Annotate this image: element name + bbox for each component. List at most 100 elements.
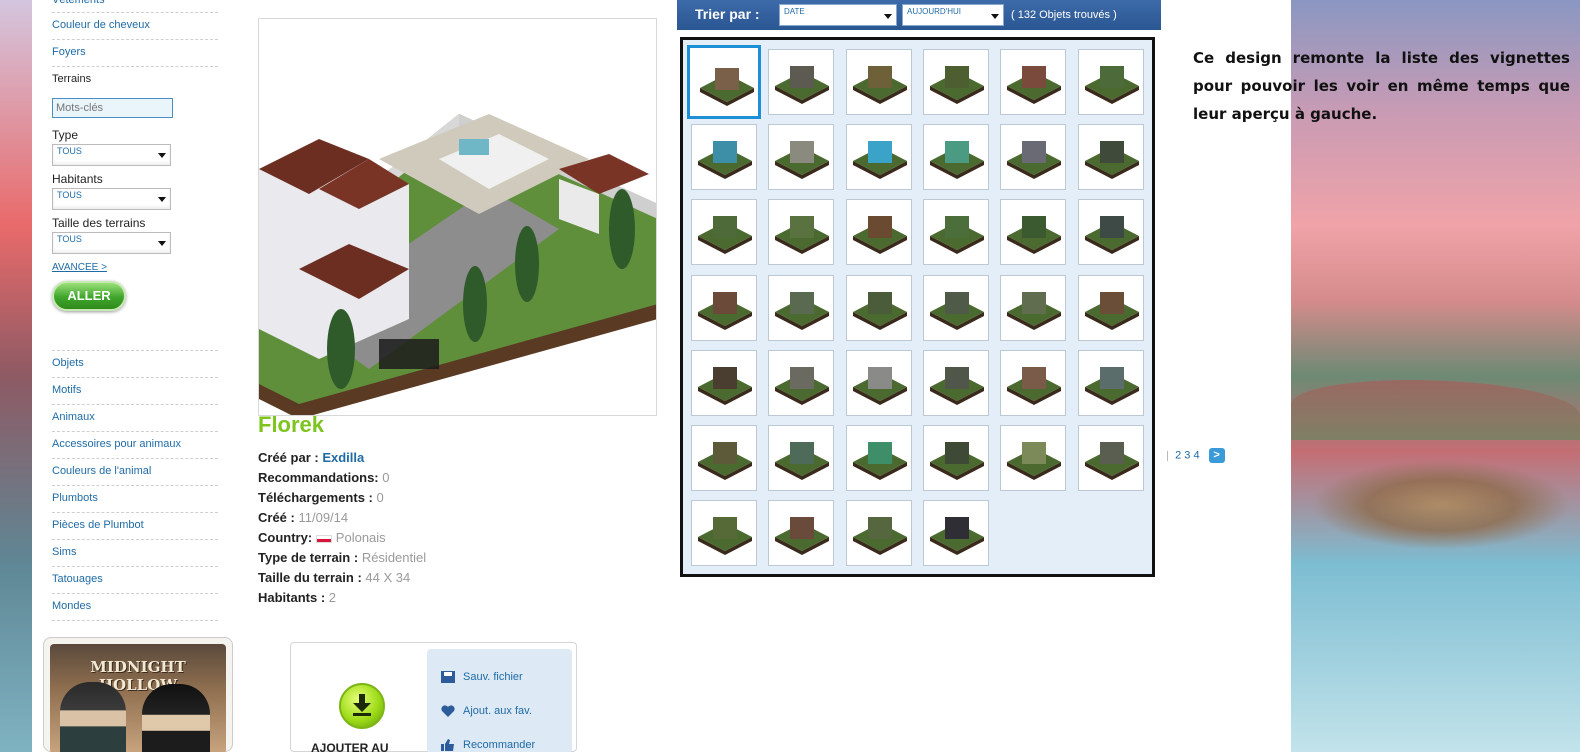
thumbs-up-icon xyxy=(441,739,454,752)
filter-lot-size-select[interactable]: TOUS xyxy=(52,232,171,254)
download-arrow-icon xyxy=(353,694,371,716)
filter-residents-select[interactable]: TOUS xyxy=(52,188,171,210)
lot-thumbnail[interactable] xyxy=(845,199,912,266)
sidebar-item-tattoos[interactable]: Tatouages xyxy=(52,567,218,594)
lot-thumbnail[interactable] xyxy=(768,199,835,266)
sidebar-item-patterns[interactable]: Motifs xyxy=(52,378,218,405)
page-link-2[interactable]: 2 xyxy=(1175,449,1181,461)
lot-thumbnail[interactable] xyxy=(1000,274,1067,341)
sidebar-item-households[interactable]: Foyers xyxy=(52,40,218,67)
lot-thumbnail[interactable] xyxy=(845,349,912,416)
detail-label: Créé : xyxy=(258,510,295,525)
lot-thumbnail-image xyxy=(929,442,984,480)
lot-thumbnail[interactable] xyxy=(768,49,835,115)
detail-value: 0 xyxy=(376,490,384,505)
lot-preview-image[interactable] xyxy=(258,18,657,416)
lot-thumbnail[interactable] xyxy=(687,45,761,119)
sidebar-item-pet-accessories[interactable]: Accessoires pour animaux xyxy=(52,432,218,459)
lot-thumbnail-image xyxy=(775,442,830,480)
lot-thumbnail[interactable] xyxy=(768,349,835,416)
advanced-search-link[interactable]: AVANCEE > xyxy=(52,262,218,273)
creator-link[interactable]: Exdilla xyxy=(322,450,364,465)
lot-thumbnail[interactable] xyxy=(922,500,989,567)
sidebar-item-objects[interactable]: Objets xyxy=(52,351,218,378)
download-button[interactable] xyxy=(339,683,385,729)
lot-thumbnail[interactable] xyxy=(1000,49,1067,115)
lot-thumbnail[interactable] xyxy=(922,274,989,341)
detail-value: 0 xyxy=(382,470,390,485)
filter-lot-size-value: TOUS xyxy=(57,234,82,244)
lot-thumbnail[interactable] xyxy=(1077,349,1144,416)
lot-thumbnail-image xyxy=(698,442,752,480)
lot-thumbnail[interactable] xyxy=(845,49,912,115)
lot-thumbnail[interactable] xyxy=(1000,349,1067,416)
sidebar-item-plumbots[interactable]: Plumbots xyxy=(52,486,218,513)
lot-thumbnail[interactable] xyxy=(845,274,912,341)
lot-thumbnail[interactable] xyxy=(1077,274,1144,341)
lot-thumbnail[interactable] xyxy=(1000,425,1067,491)
lot-thumbnail[interactable] xyxy=(1000,199,1067,266)
sidebar-item-pet-colors[interactable]: Couleurs de l'animal xyxy=(52,459,218,486)
lot-thumbnail-image xyxy=(1007,141,1062,180)
sidebar-item-worlds[interactable]: Mondes xyxy=(52,594,218,621)
sidebar-item-sims[interactable]: Sims xyxy=(52,540,218,567)
save-file-action[interactable]: Sauv. fichier xyxy=(441,671,523,684)
lot-thumbnail[interactable] xyxy=(922,49,989,115)
lot-thumbnail[interactable] xyxy=(691,500,757,567)
lot-thumbnail[interactable] xyxy=(768,274,835,341)
thumbnail-grid xyxy=(680,37,1155,577)
category-list: Objets Motifs Animaux Accessoires pour a… xyxy=(52,350,218,621)
sidebar-item-hair-color[interactable]: Couleur de cheveux xyxy=(52,13,218,40)
chevron-down-icon xyxy=(991,14,999,19)
save-file-label: Sauv. fichier xyxy=(463,671,523,683)
chevron-down-icon xyxy=(158,153,166,158)
lot-thumbnail[interactable] xyxy=(1000,124,1067,191)
lot-thumbnail[interactable] xyxy=(922,199,989,266)
lot-thumbnail[interactable] xyxy=(691,425,757,491)
page-link-3[interactable]: 3 xyxy=(1184,449,1190,461)
promo-character-left xyxy=(60,682,126,752)
detail-value: Polonais xyxy=(335,530,386,545)
lot-thumbnail-image xyxy=(698,216,752,255)
detail-value: 44 X 34 xyxy=(365,570,411,585)
lot-thumbnail[interactable] xyxy=(922,124,989,191)
lot-thumbnail-image xyxy=(1084,366,1139,405)
lot-thumbnail[interactable] xyxy=(922,425,989,491)
lot-thumbnail-image xyxy=(852,141,907,180)
lot-thumbnail[interactable] xyxy=(691,199,757,266)
sort-period-select[interactable]: AUJOURD'HUI xyxy=(902,4,1004,26)
lot-thumbnail[interactable] xyxy=(768,500,835,567)
sort-by-select[interactable]: DATE xyxy=(779,4,897,26)
sort-by-value: DATE xyxy=(784,7,805,16)
page-link-4[interactable]: 4 xyxy=(1193,449,1199,461)
lot-thumbnail[interactable] xyxy=(1077,425,1144,491)
detail-creator: Créé par : Exdilla xyxy=(258,448,648,468)
lot-thumbnail[interactable] xyxy=(845,425,912,491)
lot-thumbnail[interactable] xyxy=(1077,199,1144,266)
keywords-input[interactable] xyxy=(52,98,173,118)
recommend-action[interactable]: Recommander xyxy=(441,739,535,752)
sidebar-item-clothing[interactable]: Vêtements xyxy=(52,0,218,13)
lot-thumbnail[interactable] xyxy=(922,349,989,416)
lot-thumbnail[interactable] xyxy=(768,124,835,191)
lot-thumbnail-image xyxy=(852,216,907,255)
next-page-button[interactable]: > xyxy=(1208,448,1225,463)
lot-thumbnail[interactable] xyxy=(1077,124,1144,191)
lot-thumbnail-image xyxy=(775,366,830,405)
add-favorite-action[interactable]: Ajout. aux fav. xyxy=(441,705,532,718)
go-button[interactable]: ALLER xyxy=(52,281,126,311)
lot-thumbnail[interactable] xyxy=(845,500,912,567)
lot-thumbnail[interactable] xyxy=(1077,49,1144,115)
filter-type-select[interactable]: TOUS xyxy=(52,144,171,166)
lot-thumbnail[interactable] xyxy=(691,124,757,191)
sidebar-item-plumbot-parts[interactable]: Pièces de Plumbot xyxy=(52,513,218,540)
lot-thumbnail[interactable] xyxy=(768,425,835,491)
lot-thumbnail[interactable] xyxy=(845,124,912,191)
promo-banner[interactable]: MIDNIGHT HOLLOW xyxy=(43,637,233,752)
lot-thumbnail-image xyxy=(1007,216,1062,255)
save-icon xyxy=(441,671,455,684)
sidebar-item-pets[interactable]: Animaux xyxy=(52,405,218,432)
lot-thumbnail[interactable] xyxy=(691,349,757,416)
download-panel: AJOUTER AU Sauv. fichier Ajout. aux fav.… xyxy=(290,642,577,752)
lot-thumbnail[interactable] xyxy=(691,274,757,341)
